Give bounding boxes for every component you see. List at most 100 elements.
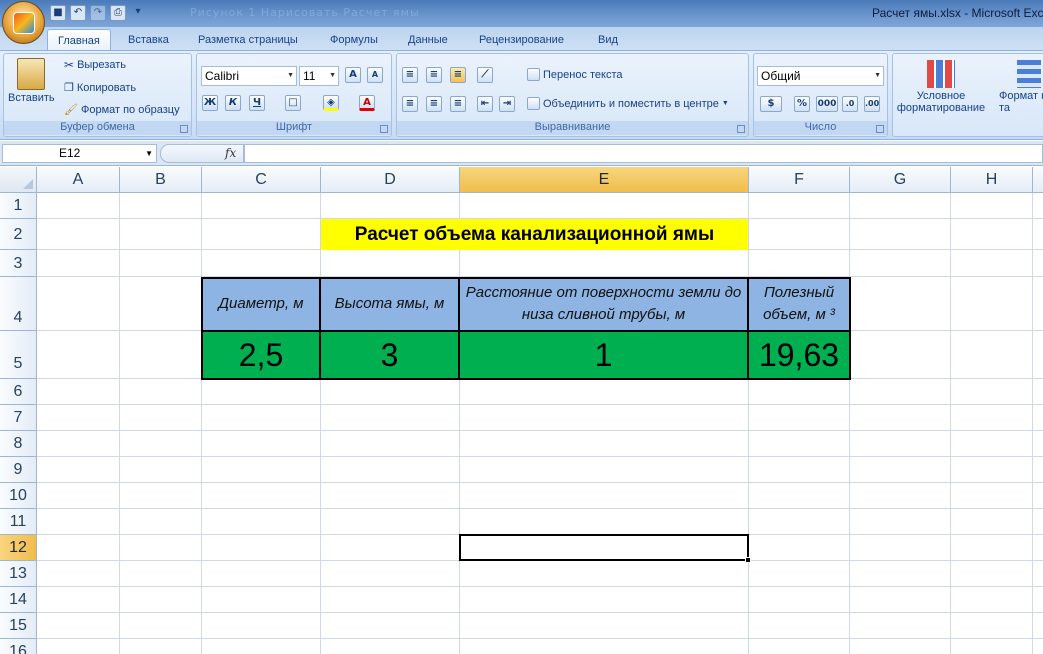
decrease-decimal-icon[interactable]: .00 — [864, 96, 880, 112]
percent-button[interactable]: % — [794, 96, 810, 112]
align-left-icon[interactable]: ≡ — [402, 96, 418, 112]
dialog-launcher-icon[interactable] — [180, 125, 188, 133]
fill-color-icon[interactable]: ◈ — [323, 95, 339, 111]
underline-button[interactable]: Ч — [249, 95, 265, 111]
align-top-icon[interactable]: ≡ — [402, 67, 418, 83]
paste-button[interactable]: Вставить — [8, 58, 55, 104]
wrap-text-button[interactable]: Перенос текста — [527, 68, 623, 81]
column-header-f[interactable]: F — [749, 167, 850, 193]
dialog-launcher-icon[interactable] — [876, 125, 884, 133]
value-cell-height[interactable]: 3 — [321, 331, 460, 379]
align-right-icon[interactable]: ≡ — [450, 96, 466, 112]
gridline — [37, 612, 1043, 613]
tab-data[interactable]: Данные — [398, 29, 458, 51]
header-cell-distance[interactable]: Расстояние от поверхности земли до низа … — [460, 277, 749, 331]
font-color-icon[interactable]: A — [359, 95, 375, 111]
row-header-12[interactable]: 12 — [0, 535, 37, 561]
save-icon[interactable]: ■ — [50, 5, 66, 21]
bold-button[interactable]: Ж — [202, 95, 218, 111]
number-format-select[interactable]: Общий ▼ — [757, 66, 884, 86]
decrease-font-icon[interactable]: A — [367, 67, 383, 83]
thousands-button[interactable]: 000 — [816, 96, 838, 112]
row-header-7[interactable]: 7 — [0, 405, 37, 431]
sheet-title-cell[interactable]: Расчет объема канализационной ямы — [321, 219, 748, 250]
increase-font-icon[interactable]: A — [345, 67, 361, 83]
font-size-select[interactable]: 11 ▼ — [299, 66, 339, 86]
borders-icon[interactable]: □ — [285, 95, 301, 111]
office-button[interactable] — [2, 1, 45, 44]
tab-insert[interactable]: Вставка — [118, 29, 179, 51]
column-header-i[interactable] — [1033, 167, 1043, 193]
header-cell-volume[interactable]: Полезный объем, м ³ — [749, 277, 849, 331]
header-cell-height[interactable]: Высота ямы, м — [321, 277, 460, 331]
row-header-1[interactable]: 1 — [0, 193, 37, 219]
row-header-13[interactable]: 13 — [0, 561, 37, 587]
align-bottom-icon[interactable]: ≡ — [450, 67, 466, 83]
increase-decimal-icon[interactable]: .0 — [842, 96, 858, 112]
font-name-select[interactable]: Calibri ▼ — [201, 66, 297, 86]
header-cell-diameter[interactable]: Диаметр, м — [203, 277, 321, 331]
tab-home[interactable]: Главная — [47, 29, 111, 51]
tab-review[interactable]: Рецензирование — [469, 29, 574, 51]
row-header-16[interactable]: 16 — [0, 639, 37, 654]
copy-button[interactable]: ❐ Копировать — [64, 81, 136, 95]
row-header-4[interactable]: 4 — [0, 277, 37, 331]
format-as-table-button[interactable]: Формат как та — [999, 60, 1043, 114]
customize-qat-icon[interactable]: ▾ — [130, 5, 146, 21]
column-header-b[interactable]: B — [120, 167, 202, 193]
dialog-launcher-icon[interactable] — [380, 125, 388, 133]
row-header-15[interactable]: 15 — [0, 613, 37, 639]
row-header-2[interactable]: 2 — [0, 219, 37, 250]
decrease-indent-icon[interactable]: ⇤ — [477, 96, 493, 112]
orientation-icon[interactable]: ⟋ — [477, 67, 493, 83]
print-preview-icon[interactable]: ⎙ — [110, 5, 126, 21]
fill-handle[interactable] — [745, 557, 751, 563]
conditional-formatting-button[interactable]: Условное форматирование — [897, 60, 985, 114]
tab-view[interactable]: Вид — [588, 29, 628, 51]
column-header-e[interactable]: E — [460, 167, 749, 193]
value-cell-diameter[interactable]: 2,5 — [203, 331, 321, 379]
brush-icon: 🖌 — [64, 104, 78, 116]
alignment-group: ≡ ≡ ≡ ⟋ Перенос текста ≡ ≡ ≡ ⇤ ⇥ Объедин… — [396, 53, 749, 137]
title-bar: ■ ↶ ↷ ⎙ ▾ Рисунок 1 Нарисовать Расчет ям… — [0, 0, 1043, 27]
value-cell-volume[interactable]: 19,63 — [749, 331, 849, 379]
column-header-g[interactable]: G — [850, 167, 951, 193]
increase-indent-icon[interactable]: ⇥ — [499, 96, 515, 112]
merge-center-button[interactable]: Объединить и поместить в центре ▼ — [527, 97, 729, 110]
redo-icon[interactable]: ↷ — [90, 5, 106, 21]
tab-formulas[interactable]: Формулы — [320, 29, 388, 51]
dialog-launcher-icon[interactable] — [737, 125, 745, 133]
formula-input[interactable] — [244, 144, 1043, 163]
row-header-5[interactable]: 5 — [0, 331, 37, 379]
format-as-table-icon — [1017, 60, 1041, 88]
row-header-6[interactable]: 6 — [0, 379, 37, 405]
merge-icon — [527, 97, 540, 110]
cut-button[interactable]: ✂ Вырезать — [64, 58, 126, 72]
row-header-14[interactable]: 14 — [0, 587, 37, 613]
italic-button[interactable]: К — [225, 95, 241, 111]
row-header-3[interactable]: 3 — [0, 250, 37, 277]
currency-icon[interactable]: $ — [760, 96, 782, 112]
row-header-8[interactable]: 8 — [0, 431, 37, 457]
align-center-icon[interactable]: ≡ — [426, 96, 442, 112]
row-header-10[interactable]: 10 — [0, 483, 37, 509]
format-painter-button[interactable]: 🖌 Формат по образцу — [64, 103, 180, 117]
column-header-c[interactable]: C — [202, 167, 321, 193]
row-header-9[interactable]: 9 — [0, 457, 37, 483]
undo-icon[interactable]: ↶ — [70, 5, 86, 21]
format-painter-label: Формат по образцу — [80, 103, 180, 116]
value-cell-distance[interactable]: 1 — [460, 331, 749, 379]
column-header-h[interactable]: H — [951, 167, 1033, 193]
column-header-a[interactable]: A — [37, 167, 120, 193]
select-all-corner[interactable] — [0, 167, 37, 193]
gridline — [37, 586, 1043, 587]
merge-label: Объединить и поместить в центре — [543, 97, 719, 110]
tab-page-layout[interactable]: Разметка страницы — [188, 29, 308, 51]
insert-function-button[interactable]: fx — [225, 146, 236, 160]
active-cell-e12[interactable] — [459, 534, 751, 563]
row-header-11[interactable]: 11 — [0, 509, 37, 535]
name-box[interactable]: E12 ▼ — [2, 144, 157, 163]
align-middle-icon[interactable]: ≡ — [426, 67, 442, 83]
font-group-title: Шрифт — [197, 121, 391, 135]
column-header-d[interactable]: D — [321, 167, 460, 193]
